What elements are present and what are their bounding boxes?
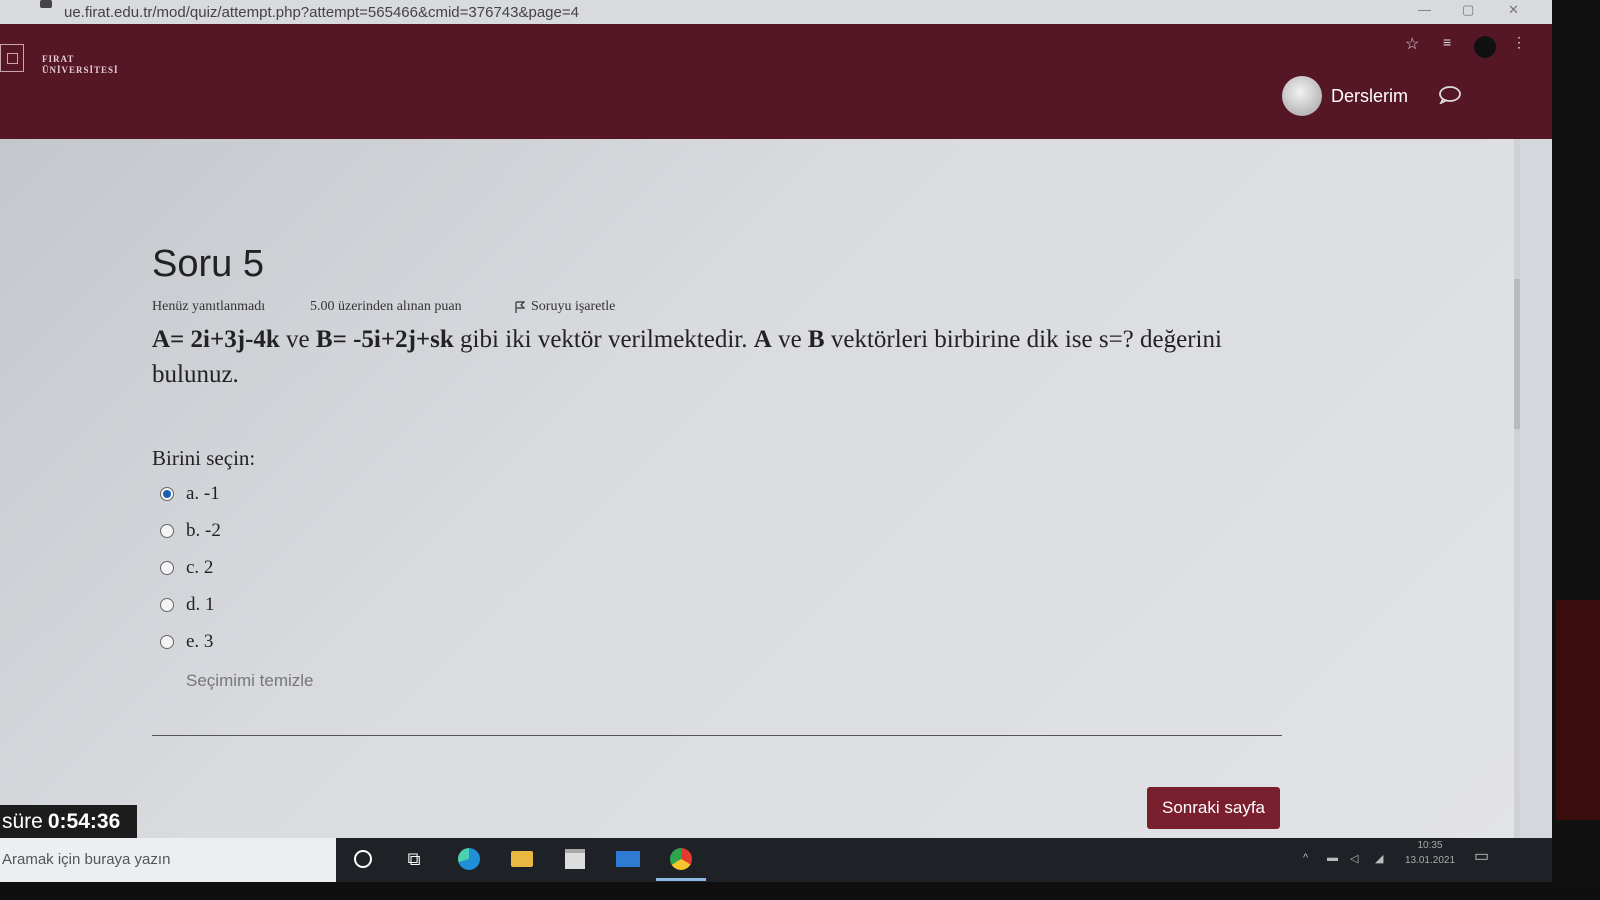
question-title: Soru 5 xyxy=(152,243,264,285)
lock-icon xyxy=(40,0,52,8)
browser-profile-icon[interactable] xyxy=(1474,36,1496,58)
cortana-icon[interactable] xyxy=(350,846,376,872)
clock-date: 13.01.2021 xyxy=(1404,855,1456,866)
radio-button[interactable] xyxy=(160,598,174,612)
answer-label[interactable]: a. -1 xyxy=(186,483,220,505)
chat-bubble-icon[interactable] xyxy=(1438,86,1462,104)
battery-icon[interactable]: ▬ xyxy=(1327,852,1338,864)
clock-time: 10:35 xyxy=(1417,840,1443,851)
vector-b-expression: B= -5i+2j+sk xyxy=(315,326,454,353)
vector-a-expression: A= 2i+3j-4k xyxy=(152,326,280,353)
media-playlist-icon[interactable]: ≡ xyxy=(1443,34,1451,50)
answer-label[interactable]: b. -2 xyxy=(186,520,221,542)
clear-choice-link[interactable]: Seçimimi temizle xyxy=(186,671,314,691)
flag-icon xyxy=(515,301,525,313)
logo-text-line2: ÜNİVERSİTESİ xyxy=(42,65,119,75)
quiz-timer: süre 0:54:36 xyxy=(0,805,137,838)
timer-label: süre xyxy=(2,809,43,833)
mail-icon[interactable] xyxy=(615,846,641,872)
vector-b-label: B xyxy=(807,326,825,353)
university-logo[interactable]: FIRAT ÜNİVERSİTESİ xyxy=(0,34,140,84)
timer-value: 0:54:36 xyxy=(47,809,121,833)
close-icon[interactable]: ✕ xyxy=(1508,2,1519,18)
taskbar-search[interactable]: Aramak için buraya yazın xyxy=(0,838,336,882)
answer-option-a[interactable]: a. -1 xyxy=(160,483,220,505)
question-text: A= 2i+3j-4k ve B= -5i+2j+sk gibi iki vek… xyxy=(152,322,1282,392)
radio-button[interactable] xyxy=(160,524,174,538)
my-courses-link[interactable]: Derslerim xyxy=(1331,86,1408,107)
answer-option-d[interactable]: d. 1 xyxy=(160,594,215,616)
bookmark-star-icon[interactable]: ☆ xyxy=(1405,34,1419,54)
browser-menu-icon[interactable]: ⋮ xyxy=(1512,34,1526,51)
question-state: Henüz yanıtlanmadı xyxy=(152,299,266,314)
site-header: FIRAT ÜNİVERSİTESİ ☆ ≡ ⋮ Derslerim xyxy=(0,24,1552,139)
maximize-icon[interactable]: ▢ xyxy=(1462,2,1474,18)
logo-seal-icon xyxy=(0,44,24,72)
answer-option-e[interactable]: e. 3 xyxy=(160,631,213,653)
question-text-part: ve xyxy=(771,326,808,353)
answer-option-b[interactable]: b. -2 xyxy=(160,520,221,542)
logo-text-line1: FIRAT xyxy=(42,54,75,64)
file-explorer-icon[interactable] xyxy=(509,846,535,872)
url-text[interactable]: ue.firat.edu.tr/mod/quiz/attempt.php?att… xyxy=(64,4,579,21)
windows-taskbar: Aramak için buraya yazın ⧉ ^ ▬ ◁ ◢ 10:35… xyxy=(0,838,1552,882)
tray-chevron-icon[interactable]: ^ xyxy=(1303,852,1308,864)
system-clock[interactable]: 10:35 13.01.2021 xyxy=(1400,838,1460,868)
answer-option-c[interactable]: c. 2 xyxy=(160,557,213,579)
radio-button-selected[interactable] xyxy=(160,487,174,501)
task-view-icon[interactable]: ⧉ xyxy=(401,846,427,872)
volume-icon[interactable]: ◁ xyxy=(1350,852,1358,865)
chrome-icon[interactable] xyxy=(668,846,694,872)
search-placeholder[interactable]: Aramak için buraya yazın xyxy=(2,851,170,868)
flag-question-button[interactable]: Soruyu işaretle xyxy=(515,299,615,315)
page-scrollbar[interactable] xyxy=(1514,139,1520,850)
next-page-button[interactable]: Sonraki sayfa xyxy=(1147,787,1280,829)
notification-icon[interactable]: ▭ xyxy=(1474,846,1489,866)
network-icon[interactable]: ◢ xyxy=(1375,852,1383,865)
radio-button[interactable] xyxy=(160,561,174,575)
scrollbar-thumb[interactable] xyxy=(1514,279,1520,429)
edge-browser-icon[interactable] xyxy=(456,846,482,872)
flag-label: Soruyu işaretle xyxy=(531,299,616,314)
answer-prompt: Birini seçin: xyxy=(152,446,256,470)
answer-label[interactable]: c. 2 xyxy=(186,557,213,579)
active-app-indicator xyxy=(656,878,706,881)
answer-label[interactable]: d. 1 xyxy=(186,594,215,616)
user-avatar[interactable] xyxy=(1282,76,1322,116)
main-content: Soru 5 Henüz yanıtlanmadı 5.00 üzerinden… xyxy=(0,139,1520,850)
monitor-bezel xyxy=(1552,0,1600,900)
minimize-icon[interactable]: — xyxy=(1418,2,1431,17)
monitor-bezel-bottom xyxy=(0,882,1600,900)
question-text-part: ve xyxy=(279,326,316,353)
answer-label[interactable]: e. 3 xyxy=(186,631,213,653)
divider xyxy=(152,735,1282,736)
vector-a-label: A xyxy=(753,326,772,353)
store-icon[interactable] xyxy=(562,846,588,872)
question-text-part: gibi iki vektör verilmektedir. xyxy=(453,326,754,353)
question-grade: 5.00 üzerinden alınan puan xyxy=(310,299,462,314)
browser-screen: ue.firat.edu.tr/mod/quiz/attempt.php?att… xyxy=(0,0,1552,850)
radio-button[interactable] xyxy=(160,635,174,649)
